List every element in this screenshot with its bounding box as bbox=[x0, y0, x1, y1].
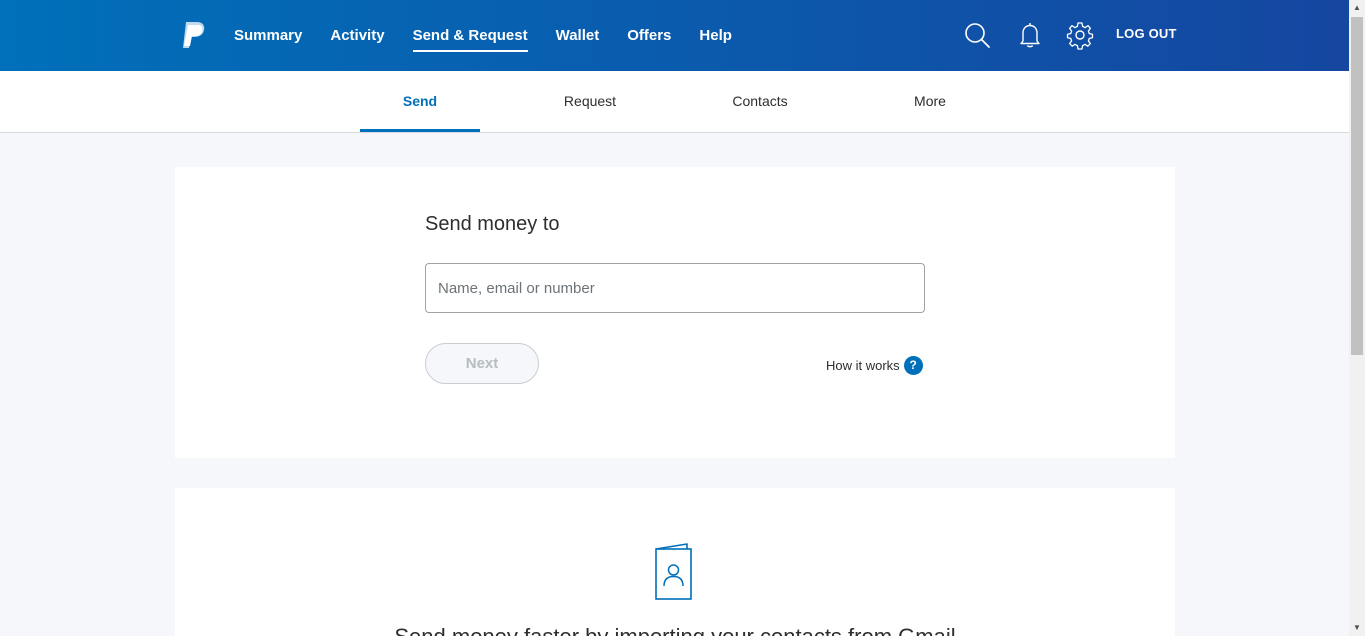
search-icon[interactable] bbox=[962, 20, 992, 50]
nav-offers[interactable]: Offers bbox=[627, 23, 671, 48]
nav-activity[interactable]: Activity bbox=[330, 23, 384, 48]
tab-send[interactable]: Send bbox=[360, 71, 480, 132]
paypal-logo[interactable] bbox=[179, 20, 207, 50]
scroll-down-arrow-icon[interactable]: ▼ bbox=[1349, 620, 1365, 636]
scroll-up-arrow-icon[interactable]: ▲ bbox=[1349, 0, 1365, 16]
nav-help[interactable]: Help bbox=[699, 23, 732, 48]
send-money-card: Send money to Next How it works ? bbox=[175, 167, 1175, 458]
import-contacts-card: Send money faster by importing your cont… bbox=[175, 488, 1175, 636]
send-money-title: Send money to bbox=[425, 213, 560, 235]
tab-request[interactable]: Request bbox=[530, 71, 650, 132]
main-nav: Summary Activity Send & Request Wallet O… bbox=[234, 0, 760, 71]
tab-more[interactable]: More bbox=[870, 71, 990, 132]
bell-icon[interactable] bbox=[1015, 20, 1045, 50]
recipient-input[interactable] bbox=[425, 263, 925, 313]
tab-contacts[interactable]: Contacts bbox=[700, 71, 820, 132]
nav-wallet[interactable]: Wallet bbox=[556, 23, 600, 48]
question-mark-icon: ? bbox=[903, 356, 923, 375]
next-button[interactable]: Next bbox=[425, 343, 539, 384]
import-contacts-text: Send money faster by importing your cont… bbox=[175, 624, 1175, 636]
vertical-scrollbar[interactable]: ▲ ▼ bbox=[1349, 0, 1365, 636]
top-navigation-bar: Summary Activity Send & Request Wallet O… bbox=[0, 0, 1349, 71]
how-it-works-label: How it works bbox=[826, 358, 900, 373]
contacts-book-icon bbox=[655, 543, 692, 600]
nav-send-request[interactable]: Send & Request bbox=[412, 23, 528, 52]
gear-icon[interactable] bbox=[1065, 20, 1095, 50]
send-request-subnav: Send Request Contacts More bbox=[0, 71, 1349, 133]
nav-summary[interactable]: Summary bbox=[234, 23, 302, 48]
scrollbar-thumb[interactable] bbox=[1351, 17, 1363, 355]
how-it-works-link[interactable]: How it works ? bbox=[826, 356, 923, 375]
logout-button[interactable]: LOG OUT bbox=[1116, 26, 1177, 41]
